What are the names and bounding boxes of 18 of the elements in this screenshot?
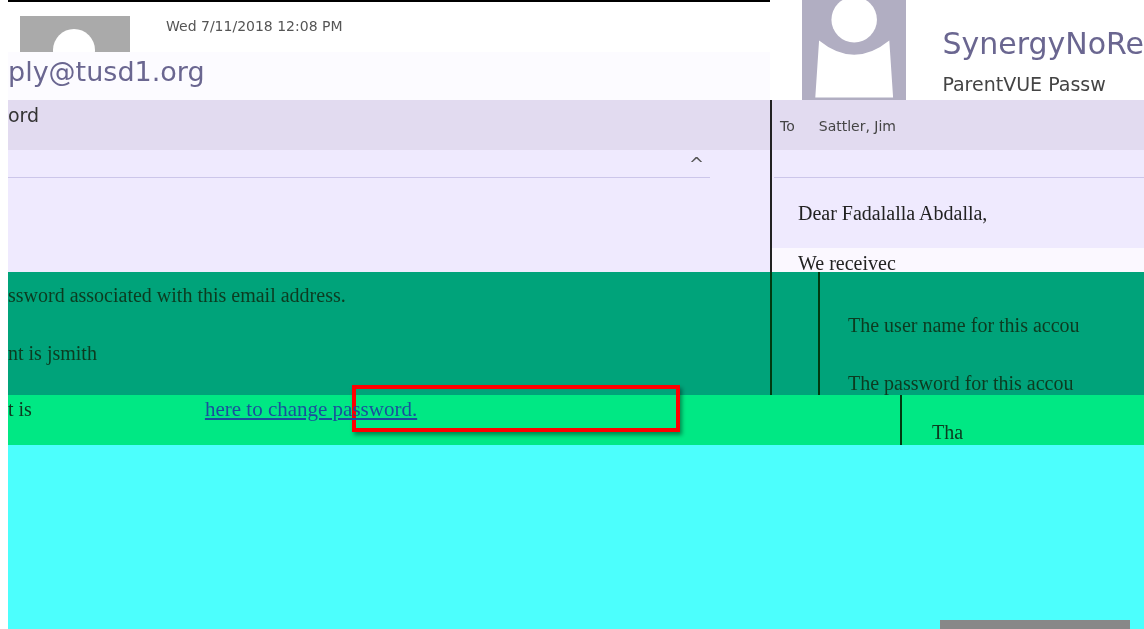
recipient-name: Sattler, Jim bbox=[818, 117, 896, 136]
collapse-icon[interactable]: ^ bbox=[688, 150, 704, 177]
sender-name: ply@tusd1.org bbox=[8, 56, 205, 87]
body-text: We receivec bbox=[798, 252, 896, 272]
body-text: t is bbox=[8, 397, 32, 422]
greeting-text: Dear Fadalalla Abdalla, bbox=[798, 201, 989, 226]
body-text: The password for this accou bbox=[848, 371, 1075, 395]
scrollbar[interactable] bbox=[940, 620, 1130, 629]
body-text: The user name for this accou bbox=[848, 313, 1081, 338]
to-label: To bbox=[780, 117, 795, 136]
avatar-icon bbox=[802, 0, 907, 100]
message-date: Wed 7/11/2018 12:08 PM bbox=[166, 17, 343, 36]
body-text: Tha bbox=[932, 421, 964, 443]
message-subject: ParentVUE Passw bbox=[942, 72, 1107, 97]
body-text: ssword associated with this email address. bbox=[8, 283, 347, 308]
body-text: nt is jsmith bbox=[8, 341, 98, 367]
sender-name: SynergyNoRe bbox=[942, 26, 1144, 62]
message-subject: ord bbox=[8, 104, 40, 126]
